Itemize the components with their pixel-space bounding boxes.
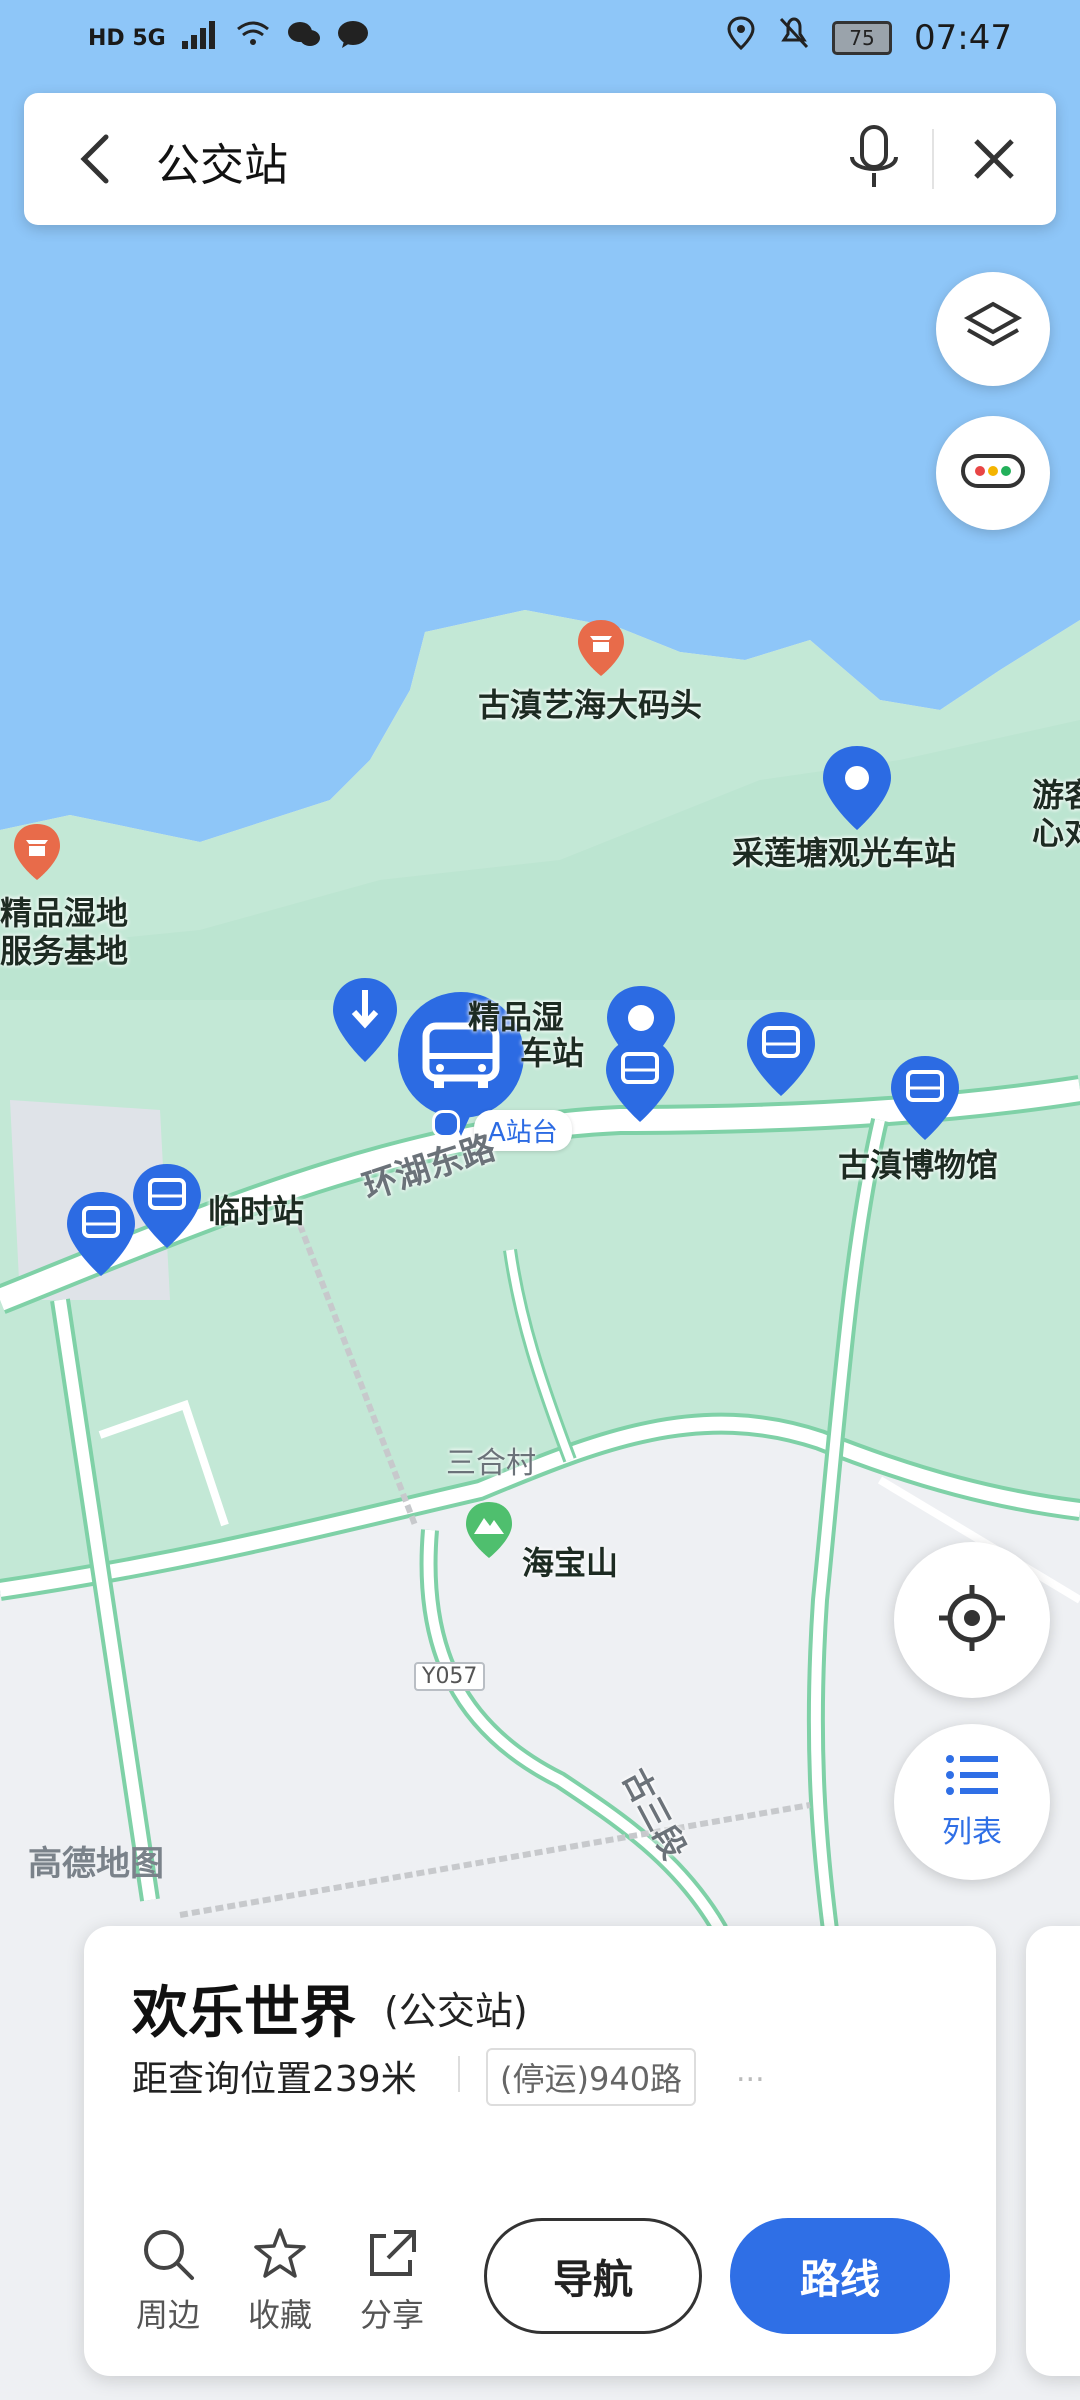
share-icon [370, 2230, 416, 2276]
traffic-button[interactable] [936, 416, 1050, 530]
map-label-village: 三合村 [446, 1446, 536, 1481]
wifi-icon [234, 18, 272, 58]
sightseeing-station-marker-icon[interactable] [820, 744, 894, 836]
favorite-button[interactable]: 收藏 [240, 2226, 320, 2336]
more-routes: ... [736, 2054, 765, 2089]
wetland-poi-icon[interactable] [10, 822, 64, 888]
share-label: 分享 [359, 2296, 424, 2334]
map-label-temp-station: 临时站 [208, 1192, 305, 1230]
bus-stop-marker-icon[interactable] [130, 1162, 204, 1254]
route-button[interactable]: 路线 [730, 2218, 950, 2334]
map-label-wetland-2: 服务基地 [0, 932, 129, 970]
search-icon [144, 2230, 194, 2280]
share-button[interactable]: 分享 [352, 2226, 432, 2336]
microphone-icon[interactable] [836, 121, 912, 197]
mountain-poi-icon[interactable] [462, 1500, 516, 1566]
poi-divider [458, 2056, 460, 2092]
nearby-label: 周边 [135, 2296, 200, 2334]
bus-stop-marker-icon[interactable] [64, 1190, 138, 1282]
message-icon [336, 18, 370, 58]
navigate-button[interactable]: 导航 [484, 2218, 702, 2334]
list-label: 列表 [942, 1815, 1002, 1850]
crosshair-icon [935, 1581, 1009, 1659]
mute-bell-icon [778, 16, 810, 59]
next-poi-card-peek[interactable] [1026, 1926, 1080, 2376]
star-icon [254, 2228, 306, 2278]
map-watermark: 高德地图 [28, 1844, 164, 1884]
route-tag[interactable]: (停运)940路 [486, 2048, 697, 2106]
status-network-text: HD 5G [88, 25, 166, 51]
pier-poi-icon[interactable] [574, 618, 628, 684]
locate-button[interactable] [894, 1542, 1050, 1698]
list-button[interactable]: 列表 [894, 1724, 1050, 1880]
bus-stop-marker-icon[interactable] [744, 1010, 818, 1102]
layers-button[interactable] [936, 272, 1050, 386]
poi-card[interactable]: 欢乐世界 (公交站) 距查询位置239米 (停运)940路 ... 周边 收藏 … [84, 1926, 996, 2376]
status-time: 07:47 [914, 17, 1012, 58]
map-label-museum: 古滇博物馆 [838, 1146, 999, 1184]
arrow-down-marker-icon[interactable] [330, 976, 400, 1068]
traffic-icon [960, 451, 1026, 495]
nearby-button[interactable]: 周边 [128, 2226, 208, 2336]
map-label-mountain: 海宝山 [522, 1544, 619, 1582]
wechat-icon [286, 18, 322, 58]
search-input[interactable]: 公交站 [156, 129, 288, 193]
location-icon [726, 16, 756, 59]
signal-icon [180, 18, 220, 58]
back-icon[interactable] [64, 127, 128, 191]
road-code-badge: Y057 [414, 1662, 486, 1691]
search-divider [932, 129, 934, 189]
map-label-station-partial-2: 车站 [520, 1034, 585, 1072]
layers-icon [962, 296, 1024, 362]
status-bar: HD 5G 75 07:47 [0, 0, 1080, 80]
poi-category: (公交站) [384, 1989, 528, 2033]
bus-stop-marker-icon[interactable] [603, 1036, 677, 1128]
battery-indicator: 75 [832, 20, 893, 55]
map-label-sightseeing-station: 采莲塘观光车站 [732, 834, 957, 872]
map-label-visitor-center: 游客 心对 [1032, 776, 1080, 852]
list-icon [944, 1753, 1000, 1801]
close-icon[interactable] [964, 129, 1024, 189]
poi-name: 欢乐世界 [132, 1981, 356, 2046]
poi-distance: 距查询位置239米 [132, 2059, 417, 2100]
bus-stop-marker-icon[interactable] [888, 1054, 962, 1146]
map-label-pier: 古滇艺海大码头 [478, 686, 703, 724]
search-bar: 公交站 [24, 93, 1056, 225]
favorite-label: 收藏 [247, 2296, 312, 2334]
